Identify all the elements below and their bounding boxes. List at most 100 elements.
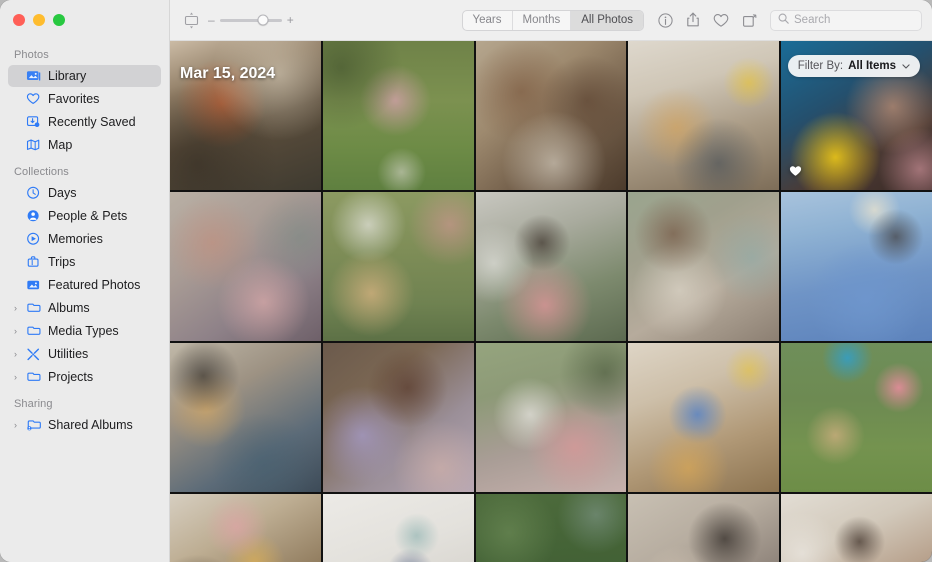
sidebar-item-label: Map [48,138,73,152]
photo-color-region [628,343,780,492]
photo-color-region [170,494,321,562]
thumbnail-size-slider[interactable]: – + [208,14,294,26]
photo-thumbnail[interactable] [475,192,627,341]
chevron-right-icon[interactable]: › [14,326,25,336]
sidebar-item-label: Projects [48,370,94,384]
featured-photos-icon [25,278,42,292]
photo-thumbnail[interactable] [170,192,321,341]
utilities-icon [25,347,42,361]
search-icon [778,11,789,29]
photo-color-region [170,192,321,341]
minimize-button[interactable] [33,14,45,26]
photo-thumbnail[interactable] [475,343,627,492]
sidebar-list: › Shared Albums [0,414,169,436]
chevron-right-icon[interactable]: › [14,420,25,430]
sidebar-item-favorites[interactable]: Favorites [8,88,161,110]
sidebar-item-label: Memories [48,232,103,246]
filter-by-button[interactable]: Filter By: All Items [787,55,920,77]
photo-thumbnail[interactable] [628,41,780,190]
photo-thumbnail[interactable] [170,41,321,190]
sidebar-item-label: Library [48,69,87,83]
photo-grid[interactable] [170,41,932,562]
chevron-right-icon[interactable]: › [14,303,25,313]
sidebar-item-label: Featured Photos [48,278,141,292]
photo-grid-area[interactable]: Mar 15, 2024 Filter By: All Items [170,41,932,562]
sidebar-item-days[interactable]: Days [8,182,161,204]
sidebar-list: Library Favorites Recently Saved Map [0,65,169,156]
photo-color-region [475,343,627,492]
sidebar-item-shared-albums[interactable]: › Shared Albums [8,414,161,436]
sidebar-item-memories[interactable]: Memories [8,228,161,250]
tab-years[interactable]: Years [463,10,513,30]
info-icon[interactable] [652,8,678,32]
memories-icon [25,232,42,246]
photo-color-region [475,41,627,190]
sidebar-item-label: People & Pets [48,209,128,223]
library-icon [25,69,42,83]
photo-color-region [781,494,932,562]
zoom-out-label[interactable]: – [208,14,215,26]
traffic-lights [0,0,169,40]
sidebar-item-label: Days [48,186,77,200]
close-button[interactable] [13,14,25,26]
photo-thumbnail[interactable] [628,494,780,562]
folder-icon [25,370,42,384]
sidebar-sections: Photos Library Favorites Recently Saved M… [0,40,169,436]
toolbar-right-icons [652,8,762,32]
sidebar-item-label: Utilities [48,347,89,361]
photo-color-region [475,494,627,562]
sidebar-item-people-pets[interactable]: People & Pets [8,205,161,227]
sidebar-item-map[interactable]: Map [8,134,161,156]
sidebar-section-label: Photos [14,49,49,61]
favorite-badge-icon [789,164,802,182]
sidebar-item-projects[interactable]: › Projects [8,366,161,388]
chevron-right-icon[interactable]: › [14,349,25,359]
heart-icon [25,92,42,106]
sidebar-item-albums[interactable]: › Albums [8,297,161,319]
photo-thumbnail[interactable] [322,343,474,492]
photo-thumbnail[interactable] [628,343,780,492]
photo-thumbnail[interactable] [475,494,627,562]
slider-track[interactable] [219,14,282,26]
chevron-right-icon[interactable]: › [14,372,25,382]
sidebar-item-featured-photos[interactable]: Featured Photos [8,274,161,296]
zoom-button[interactable] [53,14,65,26]
photo-color-region [170,343,321,492]
filter-prefix-label: Filter By: [797,60,844,72]
photo-color-region [628,41,780,190]
photo-thumbnail[interactable] [170,343,321,492]
slider-knob[interactable] [257,14,269,26]
photo-thumbnail[interactable] [475,41,627,190]
tab-months[interactable]: Months [513,10,572,30]
photo-thumbnail[interactable] [781,343,932,492]
photo-color-region [475,192,627,341]
sidebar-item-library[interactable]: Library [8,65,161,87]
zoom-in-label[interactable]: + [287,14,294,26]
view-mode-segmented-control[interactable]: Years Months All Photos [461,9,644,31]
sidebar-item-utilities[interactable]: › Utilities [8,343,161,365]
sidebar-item-media-types[interactable]: › Media Types [8,320,161,342]
toolbar: – + Years Months All Photos Search [170,0,932,41]
rotate-icon[interactable] [736,8,762,32]
sidebar-item-recently-saved[interactable]: Recently Saved [8,111,161,133]
heart-icon[interactable] [708,8,734,32]
photo-thumbnail[interactable] [322,41,474,190]
tab-all-photos[interactable]: All Photos [571,10,643,30]
chevron-down-icon [902,61,910,71]
search-input[interactable]: Search [770,9,922,31]
photo-thumbnail[interactable] [322,494,474,562]
photo-thumbnail[interactable] [781,494,932,562]
photo-thumbnail[interactable] [322,192,474,341]
filter-value-label: All Items [848,60,896,72]
photo-color-region [322,41,474,190]
sidebar-item-trips[interactable]: Trips [8,251,161,273]
zoom-to-fit-icon[interactable] [178,8,204,32]
shared-folder-icon [25,418,42,432]
photo-color-region [628,192,780,341]
share-icon[interactable] [680,8,706,32]
photo-thumbnail[interactable] [628,192,780,341]
photo-thumbnail[interactable] [170,494,321,562]
sidebar-item-label: Recently Saved [48,115,136,129]
photo-color-region [170,41,321,190]
photo-thumbnail[interactable] [781,192,932,341]
